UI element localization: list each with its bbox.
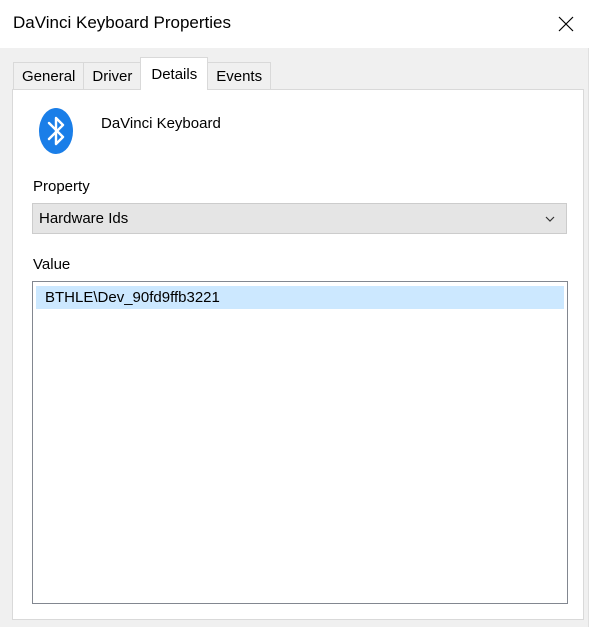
list-item-text: BTHLE\Dev_90fd9ffb3221 — [45, 289, 220, 306]
tab-strip: General Driver Details Events — [13, 57, 272, 90]
tab-general[interactable]: General — [13, 62, 85, 90]
tab-driver[interactable]: Driver — [83, 62, 142, 90]
tab-events[interactable]: Events — [207, 62, 272, 90]
title-bar: DaVinci Keyboard Properties — [0, 0, 589, 48]
value-label: Value — [33, 256, 71, 273]
tab-details[interactable]: Details — [140, 57, 209, 90]
window-title: DaVinci Keyboard Properties — [13, 13, 231, 32]
chevron-down-icon — [545, 216, 555, 222]
property-dropdown[interactable]: Hardware Ids — [32, 203, 567, 234]
properties-dialog: DaVinci Keyboard Properties General Driv… — [0, 0, 589, 627]
close-icon — [558, 16, 574, 32]
list-item[interactable]: BTHLE\Dev_90fd9ffb3221 — [36, 286, 564, 309]
device-name: DaVinci Keyboard — [101, 115, 221, 132]
property-label: Property — [33, 178, 90, 195]
bluetooth-icon — [38, 107, 74, 155]
property-selected-value: Hardware Ids — [39, 210, 129, 227]
close-button[interactable] — [543, 0, 589, 48]
value-listbox[interactable]: BTHLE\Dev_90fd9ffb3221 — [32, 281, 568, 604]
